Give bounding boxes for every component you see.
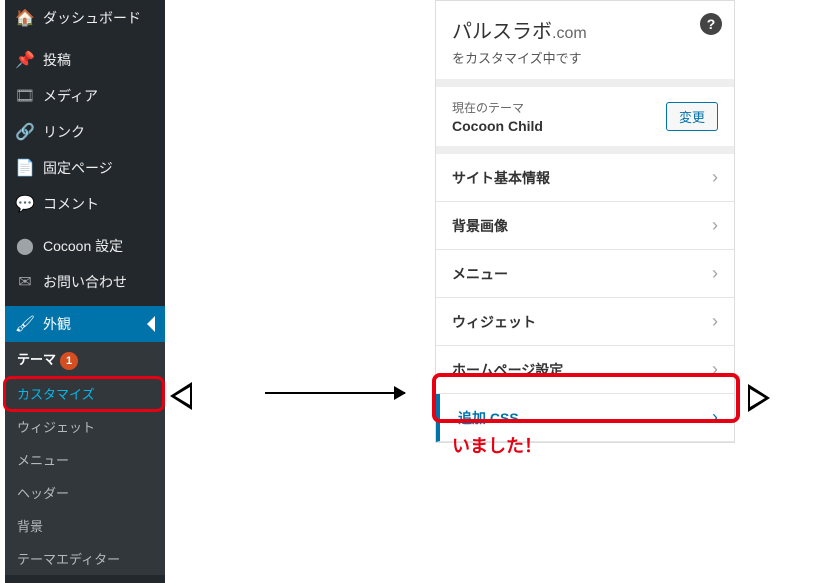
pointer-arrow-icon (748, 384, 770, 412)
customizer-theme-block: 現在のテーマ Cocoon Child 変更 (436, 87, 734, 146)
sidebar-item-label: リンク (43, 122, 85, 142)
sidebar-item-links[interactable]: 🔗 リンク (5, 114, 165, 150)
customizer-row-homepage-settings[interactable]: ホームページ設定 › (436, 346, 734, 394)
dashboard-icon: 🏠 (15, 8, 35, 28)
submenu-item-widgets[interactable]: ウィジェット (5, 410, 165, 443)
sidebar-item-media[interactable]: 🎞 メディア (5, 78, 165, 114)
customizer-row-menus[interactable]: メニュー › (436, 250, 734, 298)
sidebar-item-cocoon-settings[interactable]: ⬤ Cocoon 設定 (5, 228, 165, 264)
customizer-row-label: 背景画像 (452, 216, 508, 236)
sidebar-item-label: 外観 (43, 314, 71, 334)
flow-arrow-icon (265, 392, 405, 394)
sidebar-item-label: 固定ページ (43, 158, 113, 178)
help-icon[interactable]: ? (700, 13, 722, 35)
customizer-row-widgets[interactable]: ウィジェット › (436, 298, 734, 346)
sidebar-item-label: 投稿 (43, 50, 71, 70)
current-theme-name: Cocoon Child (452, 118, 543, 134)
pages-icon: 📄 (15, 158, 35, 178)
chevron-right-icon: › (712, 359, 718, 380)
submenu-item-header[interactable]: ヘッダー (5, 476, 165, 509)
sidebar-item-label: Cocoon 設定 (43, 236, 123, 256)
submenu-item-menus[interactable]: メニュー (5, 443, 165, 476)
sidebar-item-comments[interactable]: 💬 コメント (5, 186, 165, 222)
sidebar-item-label: コメント (43, 194, 99, 214)
sidebar-item-contact[interactable]: ✉ お問い合わせ (5, 264, 165, 300)
customizer-header: パルスラボ.com をカスタマイズ中です ? (436, 1, 734, 79)
comments-icon: 💬 (15, 194, 35, 214)
submenu-item-theme-editor[interactable]: テーマエディター (5, 542, 165, 575)
update-badge: 1 (60, 352, 78, 370)
links-icon: 🔗 (15, 122, 35, 142)
sidebar-item-dashboard[interactable]: 🏠 ダッシュボード (5, 0, 165, 36)
customizer-row-site-identity[interactable]: サイト基本情報 › (436, 154, 734, 202)
sidebar-item-label: ダッシュボード (43, 8, 141, 28)
chevron-right-icon: › (712, 263, 718, 284)
sidebar-item-label: メディア (43, 86, 98, 106)
site-title-text: パルスラボ (452, 21, 552, 43)
submenu-item-themes[interactable]: テーマ1 (5, 342, 165, 377)
cocoon-settings-icon: ⬤ (15, 236, 35, 256)
chevron-right-icon: › (712, 167, 718, 188)
customizer-subtitle: をカスタマイズ中です (452, 48, 718, 67)
media-icon: 🎞 (15, 86, 35, 106)
site-domain-suffix: .com (552, 25, 587, 42)
annotation-caption: いました！ (452, 432, 542, 458)
sidebar-item-appearance[interactable]: 🖌 外観 (5, 306, 165, 342)
posts-icon: 📌 (15, 50, 35, 70)
site-title: パルスラボ.com (452, 15, 718, 44)
appearance-icon: 🖌 (15, 314, 35, 334)
customizer-row-label: ホームページ設定 (452, 360, 563, 380)
customizer-row-label: ウィジェット (452, 312, 536, 332)
submenu-item-customize[interactable]: カスタマイズ (5, 377, 165, 410)
contact-icon: ✉ (15, 272, 35, 292)
sidebar-item-posts[interactable]: 📌 投稿 (5, 42, 165, 78)
customizer-panel: パルスラボ.com をカスタマイズ中です ? 現在のテーマ Cocoon Chi… (435, 0, 735, 443)
sidebar-item-pages[interactable]: 📄 固定ページ (5, 150, 165, 186)
customizer-row-label: メニュー (452, 264, 508, 284)
chevron-right-icon: › (712, 311, 718, 332)
submenu-item-background[interactable]: 背景 (5, 509, 165, 542)
wp-admin-sidebar: 🏠 ダッシュボード 📌 投稿 🎞 メディア 🔗 リンク 📄 固定ページ 💬 コメント ⬤ Cocoon 設… (5, 0, 165, 583)
customizer-row-label: 追加 CSS (458, 408, 519, 428)
chevron-right-icon: › (712, 407, 718, 428)
chevron-right-icon: › (712, 215, 718, 236)
customizer-row-background-image[interactable]: 背景画像 › (436, 202, 734, 250)
change-theme-button[interactable]: 変更 (666, 102, 718, 131)
pointer-arrow-icon (170, 382, 192, 410)
current-theme-label: 現在のテーマ (452, 99, 543, 116)
customizer-row-label: サイト基本情報 (452, 168, 550, 188)
sidebar-item-label: お問い合わせ (43, 272, 127, 292)
